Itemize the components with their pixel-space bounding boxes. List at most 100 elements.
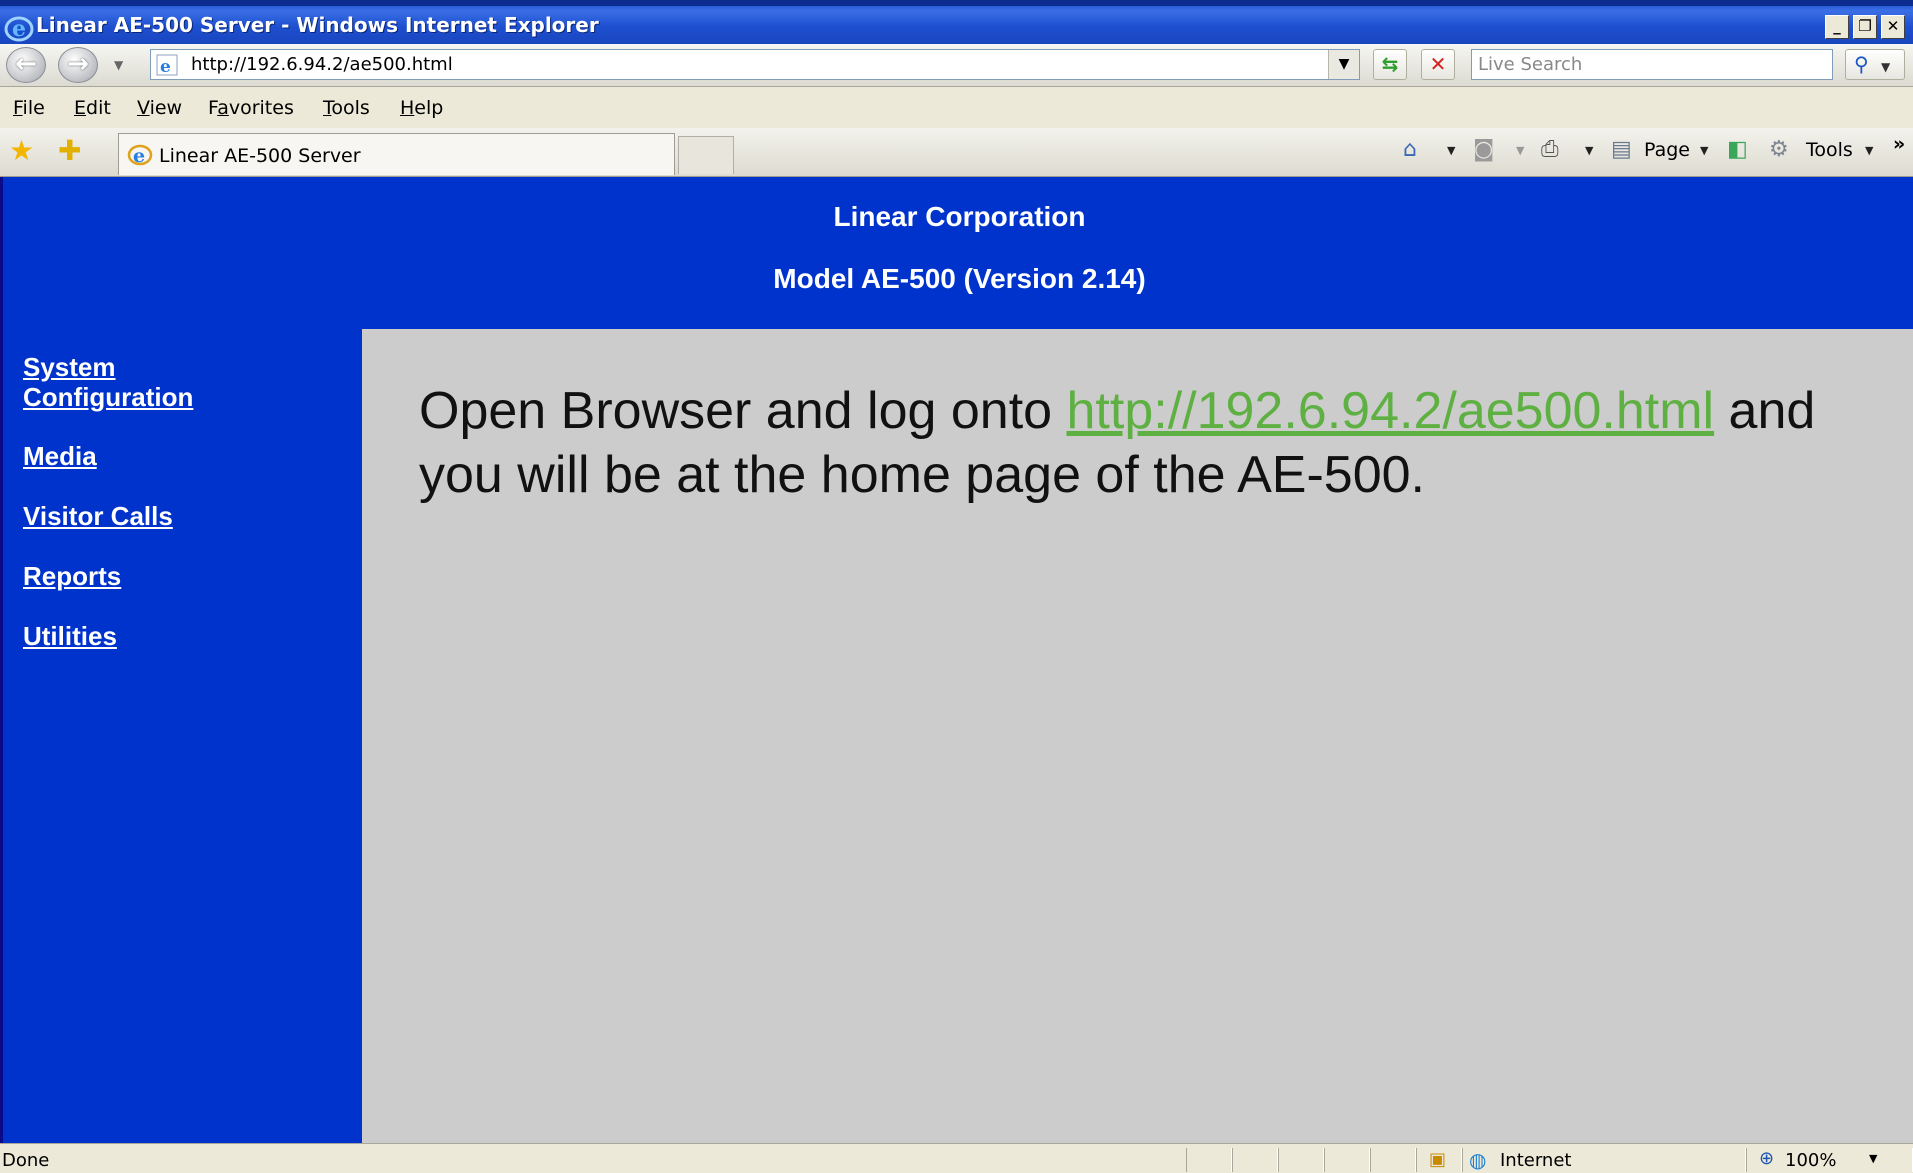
back-arrow-icon: ←	[15, 49, 37, 79]
zoom-level: 100%	[1785, 1150, 1837, 1171]
home-icon[interactable]: ⌂	[1403, 138, 1417, 162]
refresh-icon: ⇆	[1381, 52, 1399, 76]
menu-tools-rest: ools	[331, 97, 370, 119]
page-icon[interactable]: ▤	[1611, 138, 1632, 162]
tools-gear-icon[interactable]: ⚙	[1769, 138, 1789, 162]
home-dropdown-chevron-icon[interactable]: ▼	[1447, 144, 1455, 157]
instruction-pre: Open Browser and log onto	[419, 382, 1067, 440]
search-icon: ⚲	[1854, 52, 1869, 76]
sidebar-item-label: Media	[23, 441, 97, 471]
main-content: Open Browser and log onto http://192.6.9…	[362, 329, 1913, 1143]
search-button[interactable]: ⚲ ▼	[1845, 49, 1905, 80]
feeds-icon[interactable]: ◙	[1473, 138, 1494, 162]
tools-menu-button[interactable]: Tools	[1806, 139, 1853, 161]
stop-button[interactable]: ✕	[1421, 49, 1455, 80]
menu-help[interactable]: Help	[400, 97, 443, 119]
back-button[interactable]: ←	[6, 47, 46, 83]
menu-edit-rest: dit	[86, 97, 111, 119]
address-url[interactable]: http://192.6.94.2/ae500.html	[191, 54, 453, 75]
favorites-center-star-icon[interactable]: ★	[9, 137, 34, 165]
sidebar-item-system-configuration[interactable]: System Configuration	[23, 352, 193, 412]
model-version-title: Model AE-500 (Version 2.14)	[773, 263, 1146, 294]
search-placeholder: Live Search	[1478, 54, 1583, 75]
svg-text:e: e	[160, 57, 171, 76]
close-button[interactable]: ✕	[1881, 15, 1905, 39]
protected-mode-segment[interactable]: ▣	[1416, 1148, 1462, 1172]
search-input[interactable]: Live Search	[1471, 49, 1833, 80]
ie-page-icon: e	[156, 54, 178, 76]
forward-button[interactable]: →	[58, 47, 98, 83]
menu-edit[interactable]: Edit	[74, 97, 111, 119]
menu-help-accel: H	[400, 97, 415, 119]
menu-favorites[interactable]: Favorites	[208, 97, 294, 119]
menu-favorites-rest: vorites	[228, 97, 294, 119]
tab-command-bar: ★ ✚ e Linear AE-500 Server ⌂ ▼ ◙ ▼ ⎙ ▼ ▤…	[0, 128, 1913, 177]
menu-file[interactable]: File	[13, 97, 45, 119]
feeds-dropdown-chevron-icon[interactable]: ▼	[1516, 144, 1524, 157]
menu-file-rest: ile	[22, 97, 45, 119]
window-title-bar: e Linear AE-500 Server - Windows Interne…	[0, 0, 1913, 44]
menu-tools[interactable]: Tools	[323, 97, 370, 119]
status-bar: Done ▣ ◍ Internet ⊕ ▼ 100%	[0, 1143, 1913, 1173]
status-segment	[1186, 1148, 1232, 1172]
svg-text:e: e	[133, 145, 145, 166]
sidebar-item-label: Visitor Calls	[23, 501, 173, 531]
minimize-button[interactable]: _	[1825, 15, 1849, 39]
chevron-down-icon: ▼	[1338, 56, 1350, 72]
menu-file-accel: F	[13, 97, 23, 119]
sidebar-item-reports[interactable]: Reports	[23, 561, 121, 591]
ae500-url-link[interactable]: http://192.6.94.2/ae500.html	[1067, 382, 1715, 440]
print-dropdown-chevron-icon[interactable]: ▼	[1585, 144, 1593, 157]
address-toolbar: ← → ▼ e http://192.6.94.2/ae500.html ▼ ⇆…	[0, 44, 1913, 87]
menu-view[interactable]: View	[137, 97, 182, 119]
internet-globe-icon: ◍	[1469, 1148, 1487, 1172]
forward-arrow-icon: →	[67, 49, 89, 79]
recent-pages-dropdown-icon[interactable]: ▼	[114, 58, 123, 72]
status-segment	[1370, 1148, 1416, 1172]
address-field[interactable]: e http://192.6.94.2/ae500.html ▼	[150, 49, 1360, 80]
add-favorites-star-icon[interactable]: ✚	[58, 137, 81, 165]
zoom-dropdown-chevron-icon[interactable]: ▼	[1869, 1152, 1877, 1165]
page-header: Linear Corporation Model AE-500 (Version…	[0, 177, 1913, 329]
menu-edit-accel: E	[74, 97, 87, 119]
tab-label: Linear AE-500 Server	[159, 145, 361, 167]
research-icon[interactable]: ◧	[1727, 138, 1748, 162]
tools-dropdown-chevron-icon[interactable]: ▼	[1865, 144, 1873, 157]
status-segment	[1232, 1148, 1278, 1172]
status-segment	[1278, 1148, 1324, 1172]
tab-linear-ae500[interactable]: e Linear AE-500 Server	[118, 133, 675, 175]
menu-view-accel: V	[137, 97, 150, 119]
sidebar-item-utilities[interactable]: Utilities	[23, 621, 117, 651]
zoom-magnifier-icon: ⊕	[1759, 1148, 1775, 1169]
company-title: Linear Corporation	[833, 201, 1086, 232]
menu-view-rest: iew	[149, 97, 183, 119]
print-icon[interactable]: ⎙	[1541, 138, 1559, 162]
address-dropdown-button[interactable]: ▼	[1328, 50, 1359, 79]
new-tab-button[interactable]	[678, 136, 734, 174]
refresh-button[interactable]: ⇆	[1373, 49, 1407, 80]
ie-tab-icon: e	[127, 144, 153, 166]
ie-logo-icon: e	[4, 16, 34, 42]
stop-icon: ✕	[1429, 52, 1447, 76]
protected-mode-lock-icon: ▣	[1429, 1149, 1447, 1170]
window-title: Linear AE-500 Server - Windows Internet …	[36, 13, 599, 37]
sidebar-item-visitor-calls[interactable]: Visitor Calls	[23, 501, 173, 531]
menu-help-rest: elp	[414, 97, 444, 119]
sidebar-item-label-line2: Configuration	[23, 382, 194, 412]
restore-button[interactable]: ❐	[1853, 15, 1877, 39]
status-text: Done	[2, 1150, 50, 1171]
page-menu-button[interactable]: Page	[1644, 139, 1690, 161]
search-options-chevron-icon[interactable]: ▼	[1881, 60, 1890, 74]
menu-favorites-pre: F	[208, 97, 218, 119]
toolbar-overflow-chevron-icon[interactable]: »	[1893, 133, 1905, 155]
sidebar-item-media[interactable]: Media	[23, 441, 97, 471]
sidebar-item-label: Utilities	[23, 621, 117, 651]
menu-favorites-accel: a	[217, 97, 229, 119]
sidebar-item-label: Reports	[23, 561, 122, 591]
page-dropdown-chevron-icon[interactable]: ▼	[1700, 144, 1708, 157]
status-segment	[1324, 1148, 1370, 1172]
svg-text:e: e	[12, 16, 26, 42]
menu-bar: File Edit View Favorites Tools Help	[0, 87, 1913, 129]
instruction-text: Open Browser and log onto http://192.6.9…	[419, 379, 1889, 507]
sidebar-nav: System Configuration Media Visitor Calls…	[0, 329, 362, 1143]
